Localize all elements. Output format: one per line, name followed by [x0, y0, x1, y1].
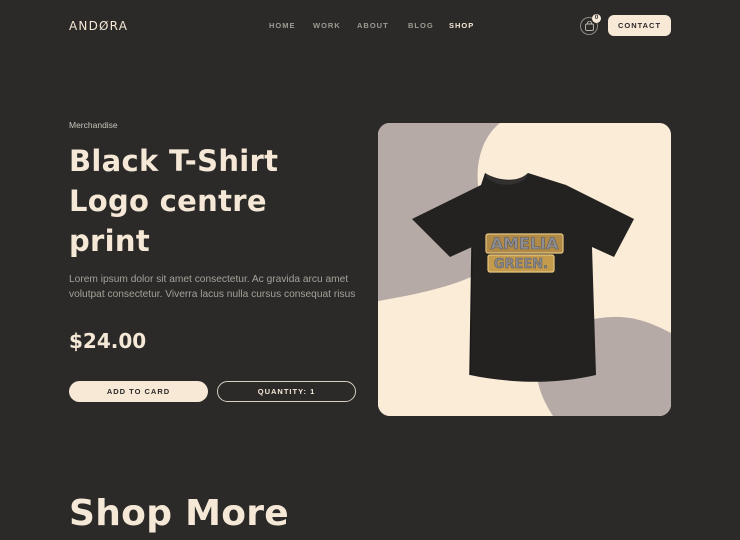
- nav-link-home[interactable]: HOME: [269, 21, 296, 30]
- nav-link-blog[interactable]: BLOG: [408, 21, 434, 30]
- site-header: ANDØRA HOME WORK ABOUT BLOG SHOP 0 CONTA…: [0, 0, 740, 52]
- product-title-line: Black T-Shirt: [69, 144, 279, 178]
- quantity-button[interactable]: QUANTITY: 1: [217, 381, 356, 402]
- shop-more-heading: Shop More: [69, 493, 290, 534]
- product-image: AMELIA GREEN.: [378, 123, 671, 416]
- shirt-print-graphic: AMELIA GREEN.: [485, 233, 564, 273]
- shopping-bag-icon: [585, 21, 594, 31]
- product-price: $24.00: [69, 329, 147, 353]
- product-title: Black T-Shirt Logo centre print: [69, 141, 369, 261]
- cart-count-badge: 0: [592, 14, 601, 23]
- tshirt-illustration: AMELIA GREEN.: [378, 123, 671, 416]
- site-logo[interactable]: ANDØRA: [69, 19, 128, 33]
- shirt-print-line: GREEN.: [494, 257, 548, 272]
- add-to-cart-button[interactable]: ADD TO CARD: [69, 381, 208, 402]
- nav-link-shop[interactable]: SHOP: [449, 21, 474, 30]
- shop-product-page: ANDØRA HOME WORK ABOUT BLOG SHOP 0 CONTA…: [0, 0, 740, 540]
- nav-link-about[interactable]: ABOUT: [357, 21, 389, 30]
- shirt-print-line: AMELIA: [491, 234, 559, 253]
- product-title-line: Logo centre: [69, 184, 267, 218]
- product-title-line: print: [69, 224, 151, 258]
- contact-button[interactable]: CONTACT: [608, 15, 671, 36]
- cart-button[interactable]: 0: [580, 14, 601, 35]
- product-category: Merchandise: [69, 120, 118, 130]
- product-description: Lorem ipsum dolor sit amet consectetur. …: [69, 274, 356, 300]
- nav-link-work[interactable]: WORK: [313, 21, 341, 30]
